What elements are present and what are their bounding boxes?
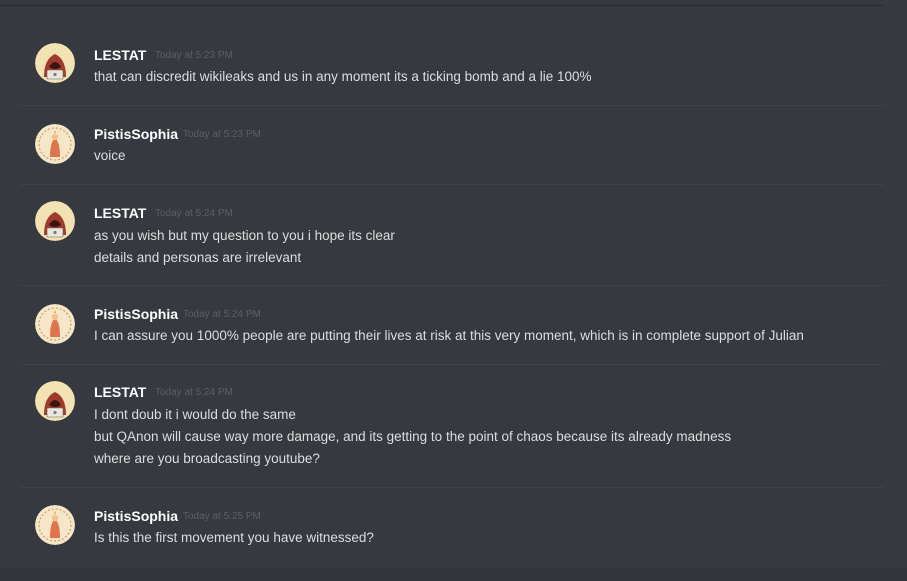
message-text: Is this the first movement you have witn… — [94, 530, 374, 545]
message-text: voice — [94, 148, 126, 163]
message-divider — [20, 487, 884, 488]
message-timestamp: Today at 5:24 PM — [155, 208, 233, 219]
message-divider — [20, 285, 884, 286]
message-author[interactable]: PistisSophia — [94, 508, 178, 524]
sophia-figure-icon[interactable] — [35, 124, 75, 164]
message-text: details and personas are irrelevant — [94, 250, 302, 265]
message-text: as you wish but my question to you i hop… — [94, 228, 395, 243]
hooded-hacker-icon[interactable] — [35, 43, 75, 83]
message-timestamp: Today at 5:25 PM — [183, 511, 261, 522]
message-text: where are you broadcasting youtube? — [94, 451, 320, 466]
message-timestamp: Today at 5:24 PM — [183, 309, 261, 320]
message-text: but QAnon will cause way more damage, an… — [94, 429, 732, 444]
message-timestamp: Today at 5:23 PM — [183, 129, 261, 140]
message-author[interactable]: PistisSophia — [94, 126, 178, 142]
message-divider — [20, 184, 884, 185]
message-divider — [20, 364, 884, 365]
sophia-figure-icon[interactable] — [35, 505, 75, 545]
message-text: I can assure you 1000% people are puttin… — [94, 328, 804, 343]
message-text: I dont doub it i would do the same — [94, 407, 296, 422]
hooded-hacker-icon[interactable] — [35, 381, 75, 421]
message-timestamp: Today at 5:23 PM — [155, 50, 233, 61]
message-author[interactable]: LESTAT — [94, 205, 146, 221]
sophia-figure-icon[interactable] — [35, 304, 75, 344]
hooded-hacker-icon[interactable] — [35, 201, 75, 241]
message-author[interactable]: LESTAT — [94, 47, 146, 63]
message-author[interactable]: LESTAT — [94, 384, 146, 400]
message-text: that can discredit wikileaks and us in a… — [94, 69, 592, 84]
top-divider — [0, 5, 884, 6]
message-divider — [20, 105, 884, 106]
bottom-divider — [0, 568, 907, 581]
chat-messages: LESTAT Today at 5:23 PM that can discred… — [0, 0, 907, 581]
message-timestamp: Today at 5:24 PM — [155, 387, 233, 398]
message-author[interactable]: PistisSophia — [94, 306, 178, 322]
